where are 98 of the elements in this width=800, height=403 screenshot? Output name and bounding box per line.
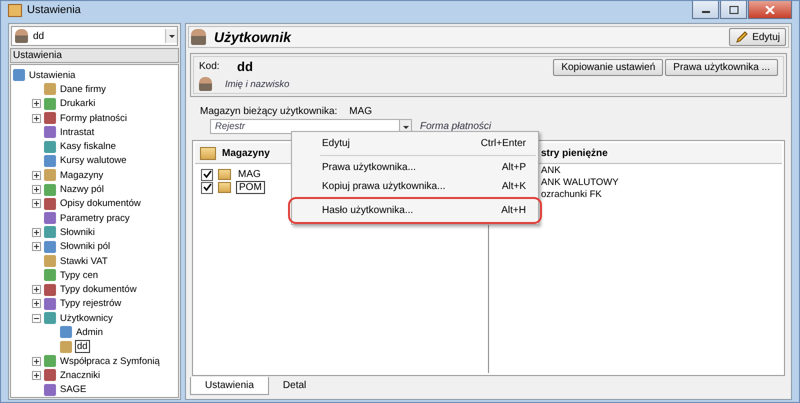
item-icon — [44, 369, 56, 382]
item-icon — [60, 340, 72, 353]
list-item[interactable]: POM — [236, 181, 265, 194]
warehouse-value: MAG — [349, 106, 372, 117]
code-value: dd — [237, 59, 253, 74]
expand-icon[interactable] — [32, 242, 41, 252]
tree-item[interactable]: Użytkownicy — [59, 312, 114, 324]
item-icon — [44, 240, 56, 253]
item-icon — [44, 212, 56, 224]
page-title: Użytkownik — [214, 29, 292, 45]
tree-item[interactable]: Słowniki pól — [59, 241, 112, 252]
collapse-icon[interactable] — [32, 314, 41, 323]
tree-item[interactable]: Kasy fiskalne — [59, 141, 117, 152]
item-icon — [44, 284, 56, 296]
tree-item[interactable]: Typy dokumentów — [59, 284, 138, 296]
expand-icon[interactable] — [32, 299, 41, 308]
action-button[interactable]: Prawa użytkownika ... — [665, 59, 778, 76]
item-icon — [60, 326, 72, 338]
tree-item[interactable]: SAGE — [59, 384, 88, 396]
expand-icon[interactable] — [32, 99, 41, 108]
item-icon — [44, 140, 56, 153]
item-icon — [44, 384, 56, 396]
user-icon — [191, 29, 206, 45]
tree-item[interactable]: Parametry pracy — [59, 212, 131, 224]
code-label: Kod: — [199, 61, 221, 72]
item-icon — [44, 154, 56, 167]
item-icon — [44, 83, 56, 96]
maximize-button[interactable] — [720, 1, 747, 19]
expand-icon[interactable] — [32, 370, 41, 380]
expand-icon[interactable] — [32, 228, 41, 237]
payment-label: Forma płatności — [420, 121, 492, 132]
tree-item[interactable]: Formy płatności — [59, 112, 128, 124]
item-icon — [44, 355, 56, 368]
tree-item[interactable]: Ustawienia — [28, 70, 76, 81]
item-icon — [44, 298, 56, 310]
edit-button[interactable]: Edytuj — [729, 28, 786, 46]
item-icon — [13, 69, 25, 82]
tree-item[interactable]: Typy cen — [59, 270, 100, 281]
column-header: stry pieniężne — [541, 148, 608, 158]
checkbox[interactable] — [201, 182, 213, 194]
window-title: Ustawienia — [27, 4, 81, 16]
item-icon — [44, 255, 56, 267]
folder-icon — [218, 182, 231, 193]
user-icon — [15, 29, 28, 43]
column-header: Magazyny — [222, 148, 270, 158]
list-item[interactable]: ozrachunki FK — [541, 189, 776, 201]
close-button[interactable] — [748, 1, 792, 19]
item-icon — [44, 169, 56, 182]
action-button[interactable]: Kopiowanie ustawień — [553, 59, 664, 76]
expand-icon[interactable] — [32, 356, 41, 366]
item-icon — [44, 112, 56, 124]
expand-icon[interactable] — [32, 170, 41, 180]
tree-item[interactable]: Typy rejestrów — [59, 298, 122, 310]
user-combo[interactable]: dd — [11, 26, 178, 46]
name-field[interactable]: Imię i nazwisko — [222, 78, 348, 90]
expand-icon[interactable] — [32, 114, 41, 123]
tree-item[interactable]: Nazwy pól — [59, 184, 105, 196]
expand-icon[interactable] — [32, 285, 41, 294]
folder-icon — [200, 146, 216, 160]
tree-item[interactable]: Kursy walutowe — [59, 155, 128, 166]
tree-item[interactable]: Drukarki — [59, 98, 96, 110]
folder-icon — [218, 169, 231, 180]
tree-item[interactable]: Dane firmy — [59, 84, 107, 95]
tree-item[interactable]: Słowniki — [59, 226, 96, 238]
tab[interactable]: Detal — [268, 376, 320, 395]
tree-item[interactable]: dd — [75, 340, 90, 354]
minimize-button[interactable] — [692, 1, 719, 19]
tree-item[interactable]: Współpraca z Symfonią — [59, 356, 161, 367]
user-icon — [199, 77, 212, 91]
menu-item[interactable]: Prawa użytkownika... Alt+P — [292, 158, 538, 177]
item-icon — [44, 126, 56, 138]
warehouse-label: Magazyn bieżący użytkownika: — [200, 106, 338, 117]
tree-item[interactable]: Opisy dokumentów — [59, 198, 142, 210]
maximize-icon — [728, 6, 738, 14]
tree-item[interactable]: Stawki VAT — [59, 256, 109, 266]
menu-item[interactable]: Kopiuj prawa użytkownika... Alt+K — [292, 177, 538, 196]
pencil-icon — [735, 30, 750, 44]
item-icon — [44, 198, 56, 210]
expand-icon[interactable] — [32, 185, 41, 194]
item-icon — [44, 98, 56, 110]
combo-value: dd — [33, 30, 44, 42]
menu-item[interactable]: Edytuj Ctrl+Enter — [292, 134, 538, 153]
tree-item[interactable]: Magazyny — [59, 170, 104, 181]
checkbox[interactable] — [201, 168, 213, 180]
tree-header: Ustawienia — [10, 48, 179, 63]
item-icon — [44, 184, 56, 196]
tab[interactable]: Ustawienia — [190, 376, 269, 395]
list-item[interactable]: ANK — [541, 165, 776, 177]
tree-item[interactable]: Admin — [75, 326, 104, 338]
list-item[interactable]: ANK WALUTOWY — [541, 177, 776, 189]
tree-item[interactable]: Intrastat — [59, 126, 96, 138]
close-icon — [765, 6, 775, 14]
tree-item[interactable]: Znaczniki — [59, 370, 102, 381]
expand-icon[interactable] — [32, 199, 41, 208]
item-icon — [44, 226, 56, 238]
list-item[interactable]: MAG — [236, 169, 263, 180]
item-icon — [44, 269, 56, 282]
item-icon — [44, 312, 56, 324]
